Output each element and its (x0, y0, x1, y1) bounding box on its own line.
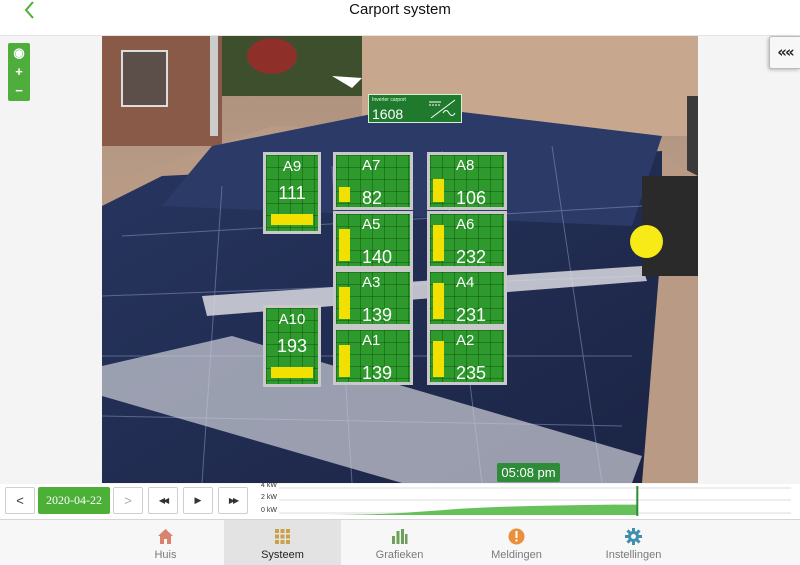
double-chevron-left-icon: « (777, 43, 787, 61)
grid-icon (275, 529, 290, 544)
production-bar (433, 179, 444, 202)
production-bar (339, 229, 350, 261)
bottom-navigation: Huis Systeem Grafieken Meldingen Instell… (0, 519, 800, 565)
production-bar (271, 367, 313, 378)
panel-name: A10 (278, 311, 306, 328)
panel-name: A5 (362, 216, 381, 233)
production-bar (433, 341, 444, 377)
panel-name: A8 (456, 157, 475, 174)
nav-item-instellingen[interactable]: Instellingen (575, 520, 692, 565)
panel-value: 82 (362, 188, 383, 208)
panel-name: A7 (362, 157, 381, 174)
production-bar (433, 283, 444, 319)
inverter-value: 1608 (372, 106, 404, 122)
nav-label: Huis (154, 549, 177, 561)
bar-chart-icon (392, 529, 408, 544)
previous-day-button[interactable]: < (5, 487, 35, 514)
panel-name: A3 (362, 274, 381, 291)
nav-label: Meldingen (491, 549, 542, 561)
target-icon: ◉ (13, 45, 25, 60)
panel-value: 139 (362, 305, 393, 325)
production-bar (271, 214, 313, 225)
collapse-panel-button[interactable]: «« (769, 36, 800, 69)
panel-a2[interactable]: A2 235 (427, 327, 507, 385)
nav-label: Instellingen (605, 549, 662, 561)
panel-value: 235 (456, 363, 487, 383)
time-badge: 05:08 pm (497, 463, 560, 482)
zoom-in-button[interactable]: + (8, 62, 30, 81)
panel-value: 139 (362, 363, 393, 383)
nav-label: Systeem (261, 549, 304, 561)
panel-a1[interactable]: A1 139 (333, 327, 413, 385)
panel-name: A4 (456, 274, 475, 291)
production-bar (339, 287, 350, 319)
fast-forward-button[interactable]: ▶▶ (218, 487, 248, 514)
panel-a9[interactable]: A9 111 (263, 152, 321, 234)
alert-icon (508, 528, 525, 545)
production-bar (339, 187, 350, 202)
nav-item-grafieken[interactable]: Grafieken (341, 520, 458, 565)
inverter-tile[interactable]: Inverter carport 1608 (368, 94, 462, 123)
panel-a8[interactable]: A8 106 (427, 152, 507, 210)
header-bar: Carport system (0, 0, 800, 36)
panel-name: A1 (362, 332, 381, 349)
nav-item-systeem[interactable]: Systeem (224, 520, 341, 565)
day-production-chart[interactable]: 4 kW 2 kW 0 kW (253, 482, 793, 518)
locate-button[interactable]: ◉ (8, 43, 30, 62)
production-bar (339, 345, 350, 377)
panel-value: 111 (278, 183, 306, 203)
sun-position-marker[interactable] (630, 225, 663, 258)
panel-a6[interactable]: A6 232 (427, 211, 507, 269)
play-button[interactable]: ▶ (183, 487, 213, 514)
home-icon (158, 529, 173, 544)
panel-a3[interactable]: A3 139 (333, 269, 413, 327)
next-day-button[interactable]: > (113, 487, 143, 514)
date-picker[interactable]: 2020-04-22 (38, 487, 110, 514)
panel-a5[interactable]: A5 140 (333, 211, 413, 269)
nav-item-meldingen[interactable]: Meldingen (458, 520, 575, 565)
zoom-out-button[interactable]: − (8, 81, 30, 100)
panel-a10[interactable]: A10 193 (263, 305, 321, 387)
page-title: Carport system (349, 1, 451, 18)
production-bar (433, 225, 444, 261)
panel-name: A2 (456, 332, 475, 349)
inverter-icon (429, 99, 456, 119)
panel-value: 231 (456, 305, 487, 325)
panel-value: 140 (362, 247, 393, 267)
nav-item-huis[interactable]: Huis (107, 520, 224, 565)
double-chevron-left-icon-2: « (785, 43, 795, 61)
gear-icon (625, 528, 642, 545)
panel-name: A6 (456, 216, 475, 233)
panel-name: A9 (282, 158, 302, 175)
production-curve (261, 486, 791, 516)
timeline-bar: < 2020-04-22 > ◀◀ ▶ ▶▶ 4 kW 2 kW 0 kW (0, 482, 800, 518)
panel-value: 193 (276, 336, 308, 356)
panel-value: 106 (456, 188, 487, 208)
zoom-controls: ◉ + − (8, 43, 30, 101)
panel-a4[interactable]: A4 231 (427, 269, 507, 327)
nav-label: Grafieken (375, 549, 424, 561)
inverter-label: Inverter carport (372, 97, 406, 103)
rewind-button[interactable]: ◀◀ (148, 487, 178, 514)
panel-value: 232 (456, 247, 487, 267)
panel-a7[interactable]: A7 82 (333, 152, 413, 210)
